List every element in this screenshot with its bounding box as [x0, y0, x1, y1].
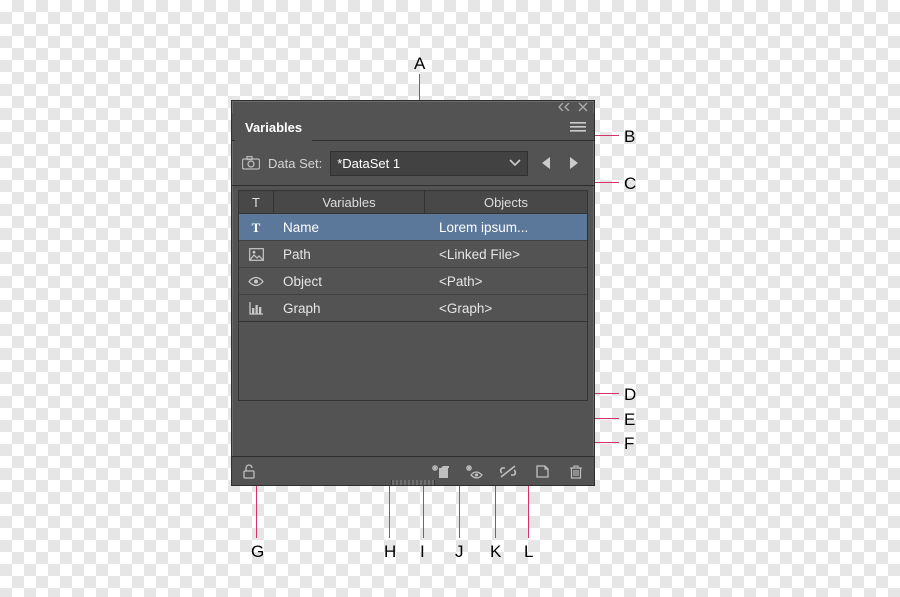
table-row[interactable]: T NameLorem ipsum...: [239, 214, 587, 241]
dataset-dropdown[interactable]: *DataSet 1: [330, 151, 528, 176]
close-icon[interactable]: [578, 97, 588, 117]
camera-icon: [242, 156, 260, 170]
visibility-dynamic-icon: [465, 464, 483, 479]
row-variable-name: Object: [273, 274, 433, 289]
variables-panel: Variables Data Set: *DataSet 1: [231, 100, 595, 486]
next-dataset-button[interactable]: [564, 157, 584, 169]
row-type-icon: [239, 276, 273, 287]
panel-menu-button[interactable]: [562, 113, 594, 140]
table-row[interactable]: Graph<Graph>: [239, 295, 587, 321]
row-variable-name: Graph: [273, 301, 433, 316]
table-row[interactable]: Object<Path>: [239, 268, 587, 295]
capture-dataset-button[interactable]: [242, 156, 260, 170]
triangle-left-icon: [541, 157, 551, 169]
chevron-down-icon: [509, 159, 521, 167]
callout-f: F: [624, 434, 634, 454]
callout-d: D: [624, 385, 636, 405]
row-object-name: <Linked File>: [433, 247, 587, 262]
row-object-name: <Path>: [433, 274, 587, 289]
delete-variable-button[interactable]: [566, 461, 586, 481]
unbind-variable-button[interactable]: [498, 461, 518, 481]
callout-b: B: [624, 127, 635, 147]
row-object-name: <Graph>: [433, 301, 587, 316]
previous-dataset-button[interactable]: [536, 157, 556, 169]
row-variable-name: Path: [273, 247, 433, 262]
dataset-label: Data Set:: [268, 156, 322, 171]
lock-toggle[interactable]: [240, 461, 260, 481]
callout-a: A: [414, 54, 425, 74]
collapse-icon[interactable]: [558, 97, 570, 117]
callout-h: H: [384, 542, 396, 562]
resize-grip[interactable]: [391, 480, 435, 486]
tab-variables[interactable]: Variables: [235, 114, 312, 141]
callout-g: G: [251, 542, 264, 562]
hamburger-icon: [570, 121, 586, 133]
unlink-icon: [499, 464, 517, 479]
tab-label: Variables: [245, 120, 302, 135]
row-variable-name: Name: [273, 220, 433, 235]
new-page-icon: [535, 464, 550, 479]
callout-e: E: [624, 410, 635, 430]
row-object-name: Lorem ipsum...: [433, 220, 587, 235]
dataset-value: *DataSet 1: [337, 156, 400, 171]
col-header-objects[interactable]: Objects: [425, 191, 587, 213]
callout-i: I: [420, 542, 425, 562]
row-type-icon: T: [239, 220, 273, 234]
callout-c: C: [624, 174, 636, 194]
table-row[interactable]: Path<Linked File>: [239, 241, 587, 268]
text-dynamic-icon: [431, 464, 449, 479]
col-header-variables[interactable]: Variables: [274, 191, 425, 213]
row-type-icon: [239, 302, 273, 315]
svg-text:T: T: [252, 220, 261, 234]
make-text-dynamic-button[interactable]: [430, 461, 450, 481]
callout-l: L: [524, 542, 533, 562]
triangle-right-icon: [569, 157, 579, 169]
callout-j: J: [455, 542, 464, 562]
callout-k: K: [490, 542, 501, 562]
col-header-type[interactable]: T: [239, 191, 274, 213]
new-variable-button[interactable]: [532, 461, 552, 481]
row-type-icon: [239, 248, 273, 261]
table-empty-area: [238, 322, 588, 401]
unlock-icon: [243, 464, 257, 479]
variables-table: T Variables Objects TNameLorem ipsum...P…: [232, 186, 594, 401]
make-visibility-dynamic-button[interactable]: [464, 461, 484, 481]
trash-icon: [569, 464, 583, 479]
